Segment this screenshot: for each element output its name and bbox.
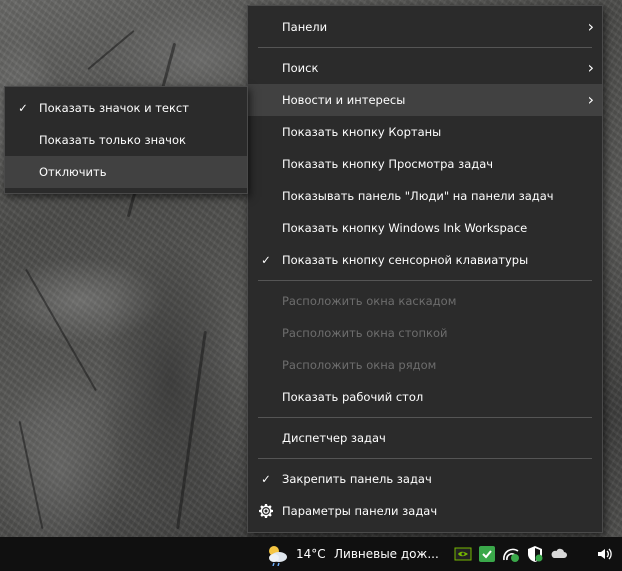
wallpaper-crack: [87, 29, 135, 71]
checkmark-icon: ✓: [261, 253, 271, 267]
menu-item-cascade-windows: Расположить окна каскадом: [248, 285, 602, 317]
partly-cloudy-icon: [269, 546, 287, 566]
menu-item-label: Показать кнопку Просмотра задач: [282, 157, 494, 171]
weather-description-text: Ливневые дож...: [334, 547, 439, 561]
submenu-item-show-icon-only[interactable]: Показать только значок: [5, 124, 247, 156]
taskbar-context-menu: Панели › Поиск › Новости и интересы › По…: [247, 5, 603, 533]
menu-item-show-task-view-button[interactable]: Показать кнопку Просмотра задач: [248, 148, 602, 180]
menu-separator: [258, 280, 592, 281]
chevron-right-icon: ›: [587, 17, 594, 36]
menu-item-label: Показать только значок: [39, 133, 186, 147]
menu-separator: [258, 47, 592, 48]
checkmark-icon: ✓: [261, 472, 271, 486]
menu-item-label: Новости и интересы: [282, 93, 406, 107]
menu-item-label: Расположить окна каскадом: [282, 294, 457, 308]
menu-item-show-ink-workspace[interactable]: Показать кнопку Windows Ink Workspace: [248, 212, 602, 244]
network-activity-icon[interactable]: [502, 545, 520, 563]
menu-item-label: Диспетчер задач: [282, 431, 386, 445]
menu-item-label: Параметры панели задач: [282, 504, 438, 518]
nvidia-icon[interactable]: [454, 545, 472, 563]
menu-item-show-people[interactable]: Показывать панель "Люди" на панели задач: [248, 180, 602, 212]
windows-security-icon[interactable]: [526, 545, 544, 563]
menu-item-label: Показывать панель "Люди" на панели задач: [282, 189, 554, 203]
menu-item-search[interactable]: Поиск ›: [248, 52, 602, 84]
menu-separator: [258, 458, 592, 459]
menu-item-lock-taskbar[interactable]: ✓ Закрепить панель задач: [248, 463, 602, 495]
menu-item-label: Показать значок и текст: [39, 101, 189, 115]
news-interests-submenu: ✓ Показать значок и текст Показать тольк…: [4, 86, 248, 194]
wallpaper-crack: [18, 420, 44, 530]
menu-item-label: Показать кнопку Кортаны: [282, 125, 442, 139]
menu-item-taskbar-settings[interactable]: Параметры панели задач: [248, 495, 602, 527]
menu-item-show-desktop[interactable]: Показать рабочий стол: [248, 381, 602, 413]
menu-item-label: Показать рабочий стол: [282, 390, 424, 404]
taskbar: 14°C Ливневые дож...: [0, 537, 622, 571]
wallpaper-crack: [176, 330, 207, 530]
volume-icon[interactable]: [596, 545, 614, 563]
menu-item-stack-windows: Расположить окна стопкой: [248, 317, 602, 349]
chevron-right-icon: ›: [587, 90, 594, 109]
menu-item-label: Показать кнопку Windows Ink Workspace: [282, 221, 528, 235]
menu-item-label: Расположить окна стопкой: [282, 326, 448, 340]
menu-item-label: Панели: [282, 20, 328, 34]
menu-item-show-touch-keyboard[interactable]: ✓ Показать кнопку сенсорной клавиатуры: [248, 244, 602, 276]
menu-item-news-and-interests[interactable]: Новости и интересы ›: [248, 84, 602, 116]
submenu-item-show-icon-and-text[interactable]: ✓ Показать значок и текст: [5, 92, 247, 124]
onedrive-cloud-icon[interactable]: [550, 545, 568, 563]
chevron-right-icon: ›: [587, 58, 594, 77]
menu-item-label: Отключить: [39, 165, 107, 179]
gear-icon: [259, 504, 273, 518]
menu-item-task-manager[interactable]: Диспетчер задач: [248, 422, 602, 454]
menu-item-panels[interactable]: Панели ›: [248, 11, 602, 43]
temperature-text: 14°C: [296, 547, 326, 561]
menu-item-side-by-side-windows: Расположить окна рядом: [248, 349, 602, 381]
checkmark-icon: ✓: [18, 101, 28, 115]
menu-item-label: Закрепить панель задач: [282, 472, 432, 486]
menu-item-label: Расположить окна рядом: [282, 358, 437, 372]
menu-item-label: Поиск: [282, 61, 319, 75]
security-shield-icon[interactable]: [478, 545, 496, 563]
wallpaper-crack: [25, 268, 97, 392]
menu-item-label: Показать кнопку сенсорной клавиатуры: [282, 253, 529, 267]
submenu-item-turn-off[interactable]: Отключить: [5, 156, 247, 188]
menu-item-show-cortana-button[interactable]: Показать кнопку Кортаны: [248, 116, 602, 148]
menu-separator: [258, 417, 592, 418]
news-weather-widget[interactable]: 14°C Ливневые дож...: [262, 537, 442, 571]
